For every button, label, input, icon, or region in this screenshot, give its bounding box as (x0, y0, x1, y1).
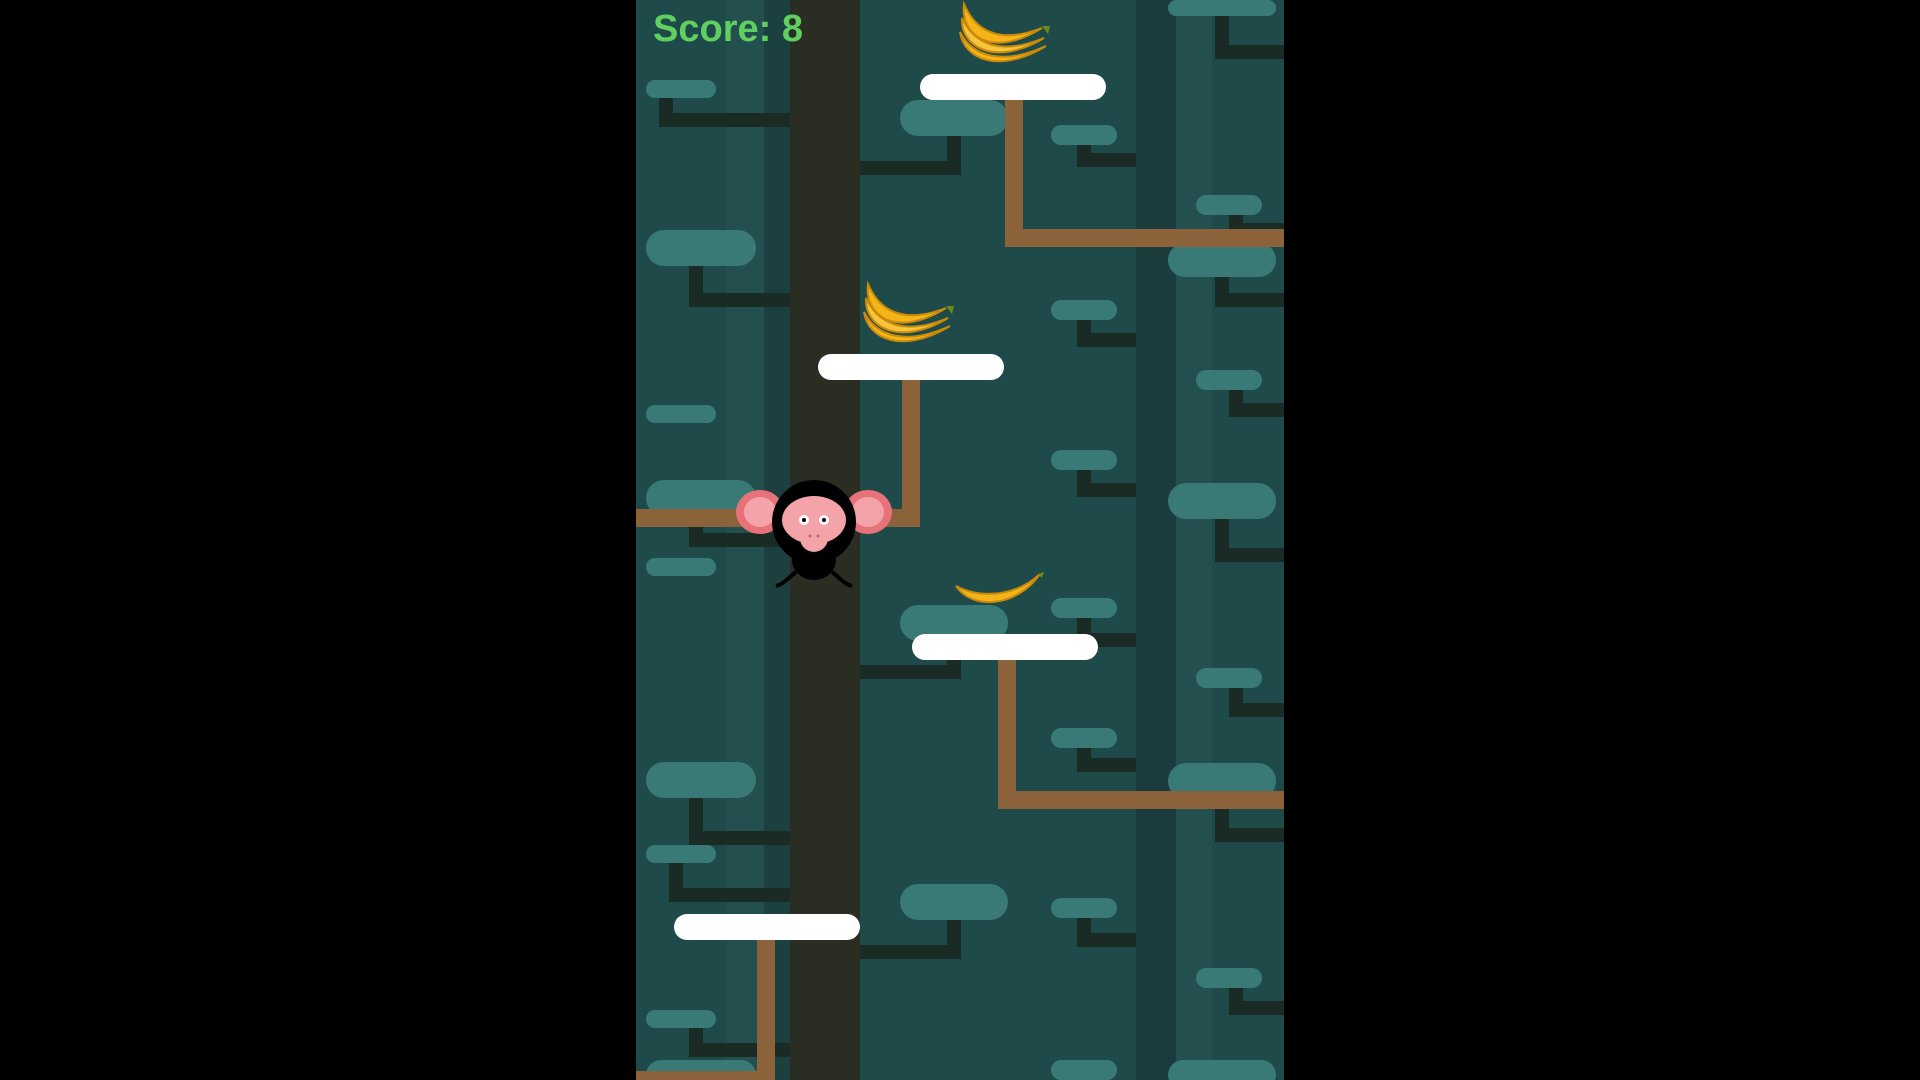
platform (920, 74, 1106, 100)
game-canvas[interactable]: Score: 8 (636, 0, 1284, 1080)
game-scene (636, 0, 1284, 1080)
score-display: Score: 8 (653, 8, 803, 51)
background-tree-trunk (1176, 0, 1212, 1080)
score-value: 8 (781, 8, 803, 50)
platform (818, 354, 1004, 380)
background-tree-trunk (1136, 0, 1176, 1080)
platform (912, 634, 1098, 660)
score-label: Score: (653, 8, 772, 50)
platform (674, 914, 860, 940)
